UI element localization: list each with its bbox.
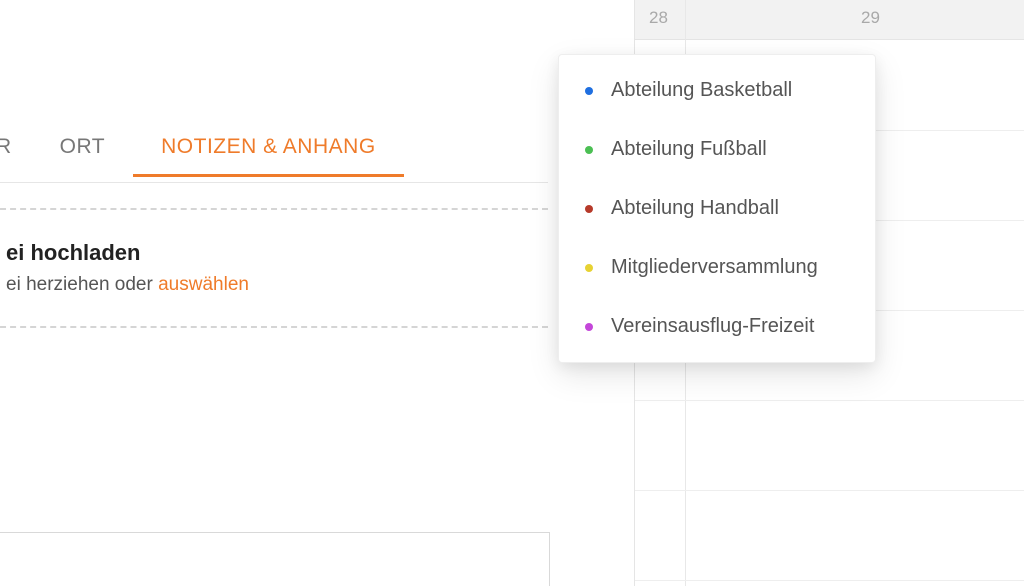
dropzone-subtitle: ei herziehen oder auswählen [6,274,548,296]
tab-notizen-anhang[interactable]: NOTIZEN & ANHANG [133,135,404,175]
panel-footer-box [0,532,550,586]
category-label: Vereinsausflug-Freizeit [611,315,814,338]
calendar-row-divider [635,580,1024,581]
upload-dropzone[interactable]: ei hochladen ei herziehen oder auswählen [0,208,548,328]
tab-ort[interactable]: ORT [32,135,133,175]
tabs: R ORT NOTIZEN & ANHANG [0,128,548,183]
calendar-row-divider [635,490,1024,491]
dropzone-title: ei hochladen [6,240,548,266]
category-dot-icon [585,205,593,213]
category-item[interactable]: Abteilung Fußball [585,120,849,179]
tab-prev-cut[interactable]: R [0,135,32,175]
calendar-day-29[interactable]: 29 [861,8,880,28]
category-label: Abteilung Handball [611,197,779,220]
detail-panel: R ORT NOTIZEN & ANHANG ei hochladen ei h… [0,0,634,586]
category-dot-icon [585,323,593,331]
category-label: Abteilung Basketball [611,79,792,102]
category-dot-icon [585,264,593,272]
category-item[interactable]: Abteilung Handball [585,179,849,238]
category-dot-icon [585,146,593,154]
calendar-day-28[interactable]: 28 [649,8,668,28]
category-dot-icon [585,87,593,95]
category-label: Mitgliederversammlung [611,256,818,279]
dropzone-select-link[interactable]: auswählen [158,274,249,295]
category-item[interactable]: Mitgliederversammlung [585,238,849,297]
calendar-row-divider [635,400,1024,401]
category-item[interactable]: Vereinsausflug-Freizeit [585,297,849,342]
calendar-header: 28 29 [635,0,1024,40]
dropzone-subtitle-text: ei herziehen oder [6,274,158,295]
category-item[interactable]: Abteilung Basketball [585,75,849,120]
category-dropdown[interactable]: Abteilung Basketball Abteilung Fußball Abt… [558,54,876,363]
category-label: Abteilung Fußball [611,138,767,161]
